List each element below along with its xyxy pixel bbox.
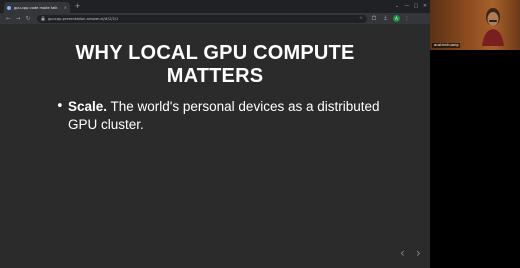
star-icon[interactable]: ☆ — [359, 16, 363, 21]
participant-name-tag: austinvhuang — [432, 43, 461, 48]
bullet-marker: • — [56, 99, 64, 114]
prev-slide-arrow[interactable]: ‹ — [400, 246, 405, 260]
new-tab-button[interactable]: + — [73, 2, 82, 11]
slide-title-line-2: MATTERS — [166, 65, 264, 87]
tab-close-icon[interactable]: × — [64, 5, 67, 10]
profile-avatar[interactable]: A — [393, 15, 400, 22]
back-button[interactable]: ← — [4, 15, 12, 23]
presentation-slide: WHY LOCAL GPU COMPUTE MATTERS • Scale. T… — [0, 24, 430, 268]
bullet-item: • Scale. The world's personal devices as… — [56, 98, 386, 134]
browser-toolbar: ← → ↻ gpucpp-presentation.answer.ai/#/2/… — [0, 13, 430, 24]
person-silhouette — [482, 8, 504, 46]
download-icon[interactable] — [381, 15, 389, 23]
tab-search-icon[interactable]: ⌄ — [392, 2, 402, 11]
participant-panel: austinvhuang — [430, 0, 520, 268]
slide-title-line-1: WHY LOCAL GPU COMPUTE — [75, 42, 355, 64]
close-window-button[interactable]: ✕ — [420, 2, 430, 11]
url-text: gpucpp-presentation.answer.ai/#/2/2/1 — [48, 16, 119, 21]
forward-button[interactable]: → — [14, 15, 22, 23]
bullet-text-block: Scale. The world's personal devices as a… — [68, 98, 386, 134]
tab-strip: gpu.cpp code mode talk × + ⌄ — □ ✕ — [0, 0, 430, 13]
tab-active[interactable]: gpu.cpp code mode talk × — [4, 2, 70, 13]
reload-button[interactable]: ↻ — [24, 15, 32, 23]
participant-video: austinvhuang — [430, 0, 520, 50]
browser-window: gpu.cpp code mode talk × + ⌄ — □ ✕ ← → ↻… — [0, 0, 430, 268]
next-slide-arrow[interactable]: › — [416, 246, 421, 260]
tab-title: gpu.cpp code mode talk — [14, 5, 58, 10]
menu-icon[interactable]: ⋮ — [403, 15, 411, 23]
extensions-icon[interactable] — [370, 14, 378, 23]
slide-title: WHY LOCAL GPU COMPUTE MATTERS — [0, 42, 430, 88]
lock-icon[interactable] — [41, 15, 45, 22]
address-bar[interactable]: gpucpp-presentation.answer.ai/#/2/2/1 ☆ — [37, 14, 367, 23]
bullet-strong: Scale. — [68, 99, 108, 114]
favicon-icon — [7, 5, 11, 10]
bullet-text: The world's personal devices as a distri… — [68, 99, 380, 132]
